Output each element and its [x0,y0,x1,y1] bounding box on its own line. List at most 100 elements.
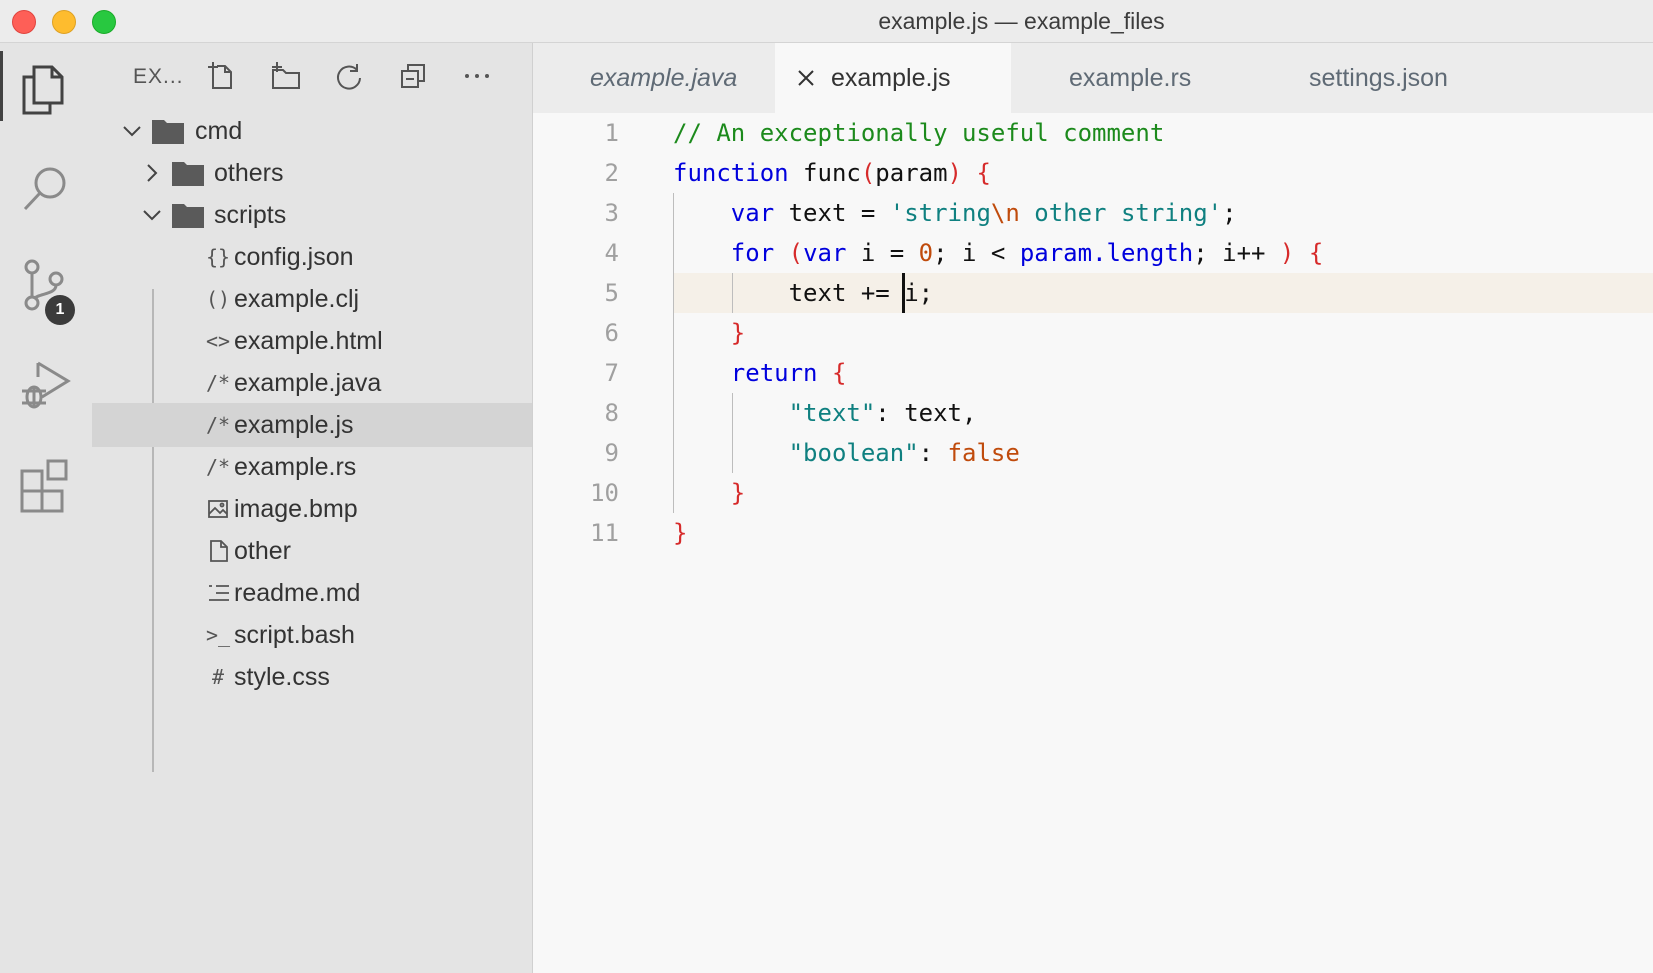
chevron-down-icon [143,210,161,221]
text-cursor [902,273,905,313]
code-line: "boolean": false [533,433,1653,473]
tree-item-readme-md[interactable]: readme.md [92,571,532,615]
search-icon [23,167,66,211]
code-line: var text = 'string\n other string'; [533,193,1653,233]
code-text: // An exceptionally useful comment [673,119,1165,147]
current-line-highlight: text += i; [673,273,1653,313]
extensions-icon [20,459,68,513]
image-icon [208,500,228,518]
code-line: "text": text, [533,393,1653,433]
tree-item-image-bmp[interactable]: image.bmp [92,487,532,531]
folder-icon [152,120,184,144]
files-icon [22,65,64,115]
window-title: example.js — example_files [878,8,1165,34]
title-bar: example.js — example_files [0,0,1653,43]
tab-label: example.java [590,64,738,92]
explorer-header: EX... [92,43,533,109]
terminal-file-icon: >_ [205,623,231,647]
activity-search[interactable] [0,145,92,225]
java-file-icon: /* [205,371,231,395]
tree-item-cmd[interactable]: cmd [92,109,532,153]
code-line: // An exceptionally useful comment [533,113,1653,153]
tab-example-rs[interactable]: example.rs [1011,43,1247,113]
code-editor[interactable]: 1 2 3 4 5 6 7 8 9 10 11 // An exceptiona… [533,113,1653,973]
tab-label: settings.json [1309,64,1448,92]
activity-source-control[interactable]: 1 [0,243,92,325]
new-file-icon [208,62,232,89]
refresh-button[interactable] [332,59,366,93]
explorer-title: EX... [133,65,184,88]
code-text: } [730,319,746,347]
folder-icon [172,204,204,228]
code-text: } [730,479,746,507]
code-line: } [533,313,1653,353]
tree-item-example-rs[interactable]: /* example.rs [92,445,532,489]
tree-item-example-clj[interactable]: () example.clj [92,277,532,321]
code-line: function func(param) { [533,153,1653,193]
chevron-down-icon [123,126,141,137]
activity-explorer[interactable] [0,47,92,127]
code-text: for (var i = 0; i < param.length; i++ ) … [730,239,1324,267]
code-line: } [533,513,1653,553]
rust-file-icon: /* [205,455,231,479]
tab-example-js[interactable]: example.js [775,43,1011,113]
code-line: } [533,473,1653,513]
code-text: function func(param) { [673,159,991,187]
tree-item-label: image.bmp [234,495,358,523]
code-text: var text = 'string\n other string'; [730,199,1237,227]
tree-item-example-html[interactable]: <> example.html [92,319,532,363]
tree-item-label: scripts [214,201,287,229]
tree-item-scripts[interactable]: scripts [92,193,532,237]
js-file-icon: /* [205,413,231,437]
list-icon [209,585,229,601]
new-file-button[interactable] [204,59,238,93]
code-text: "text": text, [788,399,977,427]
tree-item-style-css[interactable]: # style.css [92,655,532,699]
code-text: } [673,519,688,547]
more-actions-button[interactable] [460,59,494,93]
tree-item-script-bash[interactable]: >_ script.bash [92,613,532,657]
explorer-sidebar: EX... cmd others scripts {} config.json … [92,43,533,973]
tree-item-example-java[interactable]: /* example.java [92,361,532,405]
tree-item-label: example.java [234,369,382,397]
code-line: return { [533,353,1653,393]
code-text: "boolean": false [788,439,1020,467]
tab-label: example.rs [1069,64,1192,92]
new-folder-button[interactable] [268,59,302,93]
editor-tabs: example.java example.js example.rs setti… [533,43,1653,113]
tree-item-label: example.js [234,411,354,439]
tree-item-label: readme.md [234,579,361,607]
tree-item-label: cmd [195,117,243,145]
code-text: return { [730,359,847,387]
collapse-all-button[interactable] [396,59,430,93]
tree-item-label: script.bash [234,621,355,649]
indent-guide [732,393,733,473]
close-icon[interactable] [797,69,815,87]
tree-item-label: style.css [234,663,330,691]
tree-item-label: config.json [234,243,354,271]
run-debug-icon [22,361,71,409]
json-file-icon: {} [205,245,231,269]
tree-item-config-json[interactable]: {} config.json [92,235,532,279]
clojure-file-icon: () [205,287,231,311]
tree-item-other[interactable]: other [92,529,532,573]
tree-item-label: others [214,159,284,187]
activity-run-debug[interactable] [0,343,92,423]
tree-item-example-js[interactable]: /* example.js [92,403,532,447]
activity-extensions[interactable] [0,441,92,521]
tab-example-java[interactable]: example.java [533,43,775,113]
file-icon [210,540,228,562]
tab-settings-json[interactable]: settings.json [1247,43,1507,113]
more-icon [465,74,489,78]
collapse-all-icon [401,64,425,88]
new-folder-icon [272,62,300,89]
tree-item-label: other [234,537,291,565]
tree-item-label: example.clj [234,285,360,313]
refresh-icon [337,64,361,90]
chevron-right-icon [147,164,158,182]
code-line: for (var i = 0; i < param.length; i++ ) … [533,233,1653,273]
tree-item-label: example.rs [234,453,357,481]
tree-item-others[interactable]: others [92,151,532,195]
source-control-badge: 1 [45,295,75,325]
indent-guide [732,273,733,313]
